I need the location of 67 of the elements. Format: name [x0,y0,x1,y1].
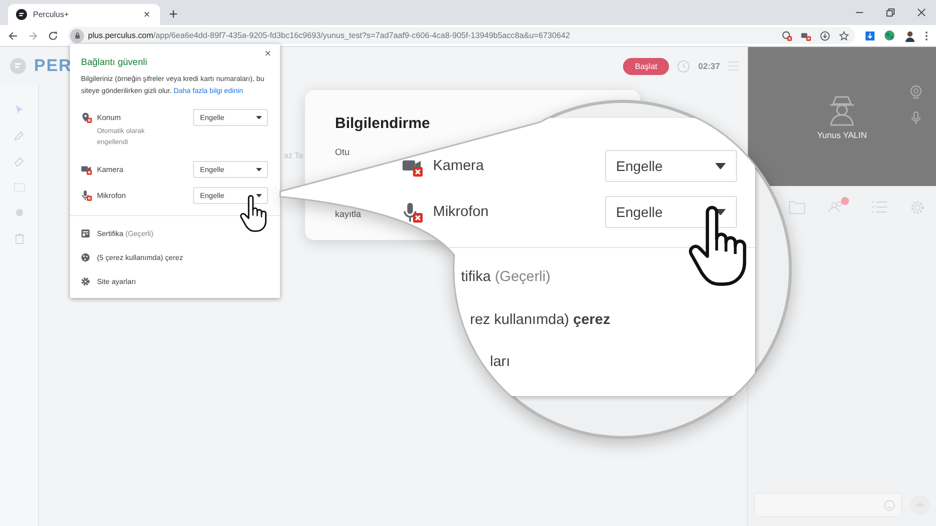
certificate-icon [81,228,90,238]
cookie-icon [81,252,90,262]
user-silhouette-icon [827,94,857,126]
clock-icon [677,60,690,72]
caret-icon [256,116,262,120]
microphone-icon[interactable] [910,111,922,125]
close-icon[interactable] [917,8,926,17]
users-icon-with-badge[interactable] [828,196,850,212]
restore-icon[interactable] [886,8,895,17]
hand-cursor-icon [239,194,269,234]
dialog-text: kayıtla [335,209,362,219]
message-input[interactable] [754,493,902,517]
permission-dropdown[interactable]: Engelle [605,196,737,228]
tab-close-button[interactable]: × [142,8,152,20]
pointer-icon[interactable] [14,105,24,115]
camera-blocked-icon[interactable] [801,30,811,40]
emoji-icon[interactable] [884,500,895,510]
logo-icon [10,58,26,74]
permission-label: Mikrofon [433,204,490,220]
forward-icon[interactable] [28,30,38,40]
star-icon[interactable] [839,30,849,40]
list-icon[interactable] [872,201,888,213]
avatar-icon[interactable] [904,30,916,42]
browser-tab[interactable]: Perculus+ × [8,4,160,25]
microphone-blocked-icon [81,190,92,201]
caret-icon [256,168,262,172]
address-text: plus.perculus.com/app/6ea6e4dd-89f7-435a-9205-fd3bc16c9693/yunus_test?s=7ad7aaf9-c606-4ca8-905f-13949b5acc8a&u=6730642 [88,31,570,40]
folder-icon[interactable] [789,200,806,214]
caret-icon [715,162,726,170]
caret-icon [256,194,262,198]
start-button[interactable]: Başlat [623,58,670,74]
globe-icon[interactable] [884,30,895,41]
back-icon[interactable] [8,30,18,40]
participant-name: Yunus YALIN [817,130,867,140]
text-box-icon[interactable] [14,183,24,192]
settings-icon[interactable] [910,200,925,214]
settings-icon [81,276,90,286]
camera-blocked-icon [81,164,92,175]
location-blocked-icon[interactable] [782,30,792,40]
dialog-title: Bilgilendirme [335,115,430,133]
microphone-blocked-icon [402,202,423,222]
permission-label: Kamera [433,158,485,174]
location-blocked-icon [81,112,92,123]
download-box-icon[interactable] [865,30,875,40]
webcam-icon[interactable] [910,85,922,99]
download-icon[interactable] [820,30,830,40]
app-logo-text: PER [34,56,72,76]
lock-icon[interactable] [74,32,80,39]
permission-dropdown[interactable]: Engelle [605,150,737,182]
reload-icon[interactable] [48,30,58,40]
logo-icon [16,9,27,20]
address-bar[interactable]: plus.perculus.com/app/6ea6e4dd-89f7-435a-9205-fd3bc16c9693/yunus_test?s=7ad7aaf9-c606-4ca8-905f-13949b5acc8a&u=6730642 [68,27,855,44]
trash-icon[interactable] [14,233,24,244]
pencil-icon[interactable] [14,131,24,141]
close-button[interactable]: × [262,48,273,61]
new-tab-button[interactable]: + [166,7,181,23]
dot-icon[interactable] [14,208,24,217]
eraser-icon[interactable] [14,157,24,167]
menu-icon[interactable] [925,30,928,40]
send-button-icon[interactable] [910,495,930,515]
tab-title: Perculus+ [33,10,70,19]
site-info-item[interactable]: ları [490,354,510,370]
dialog-text: Otu [335,147,350,157]
popup-title: Bağlantı güvenli [81,56,148,68]
site-info-item[interactable]: tifika (Geçerli) [461,269,550,285]
site-info-item[interactable]: rez kullanımda) çerez [470,312,610,328]
timer-text: 02:37 [698,61,720,71]
